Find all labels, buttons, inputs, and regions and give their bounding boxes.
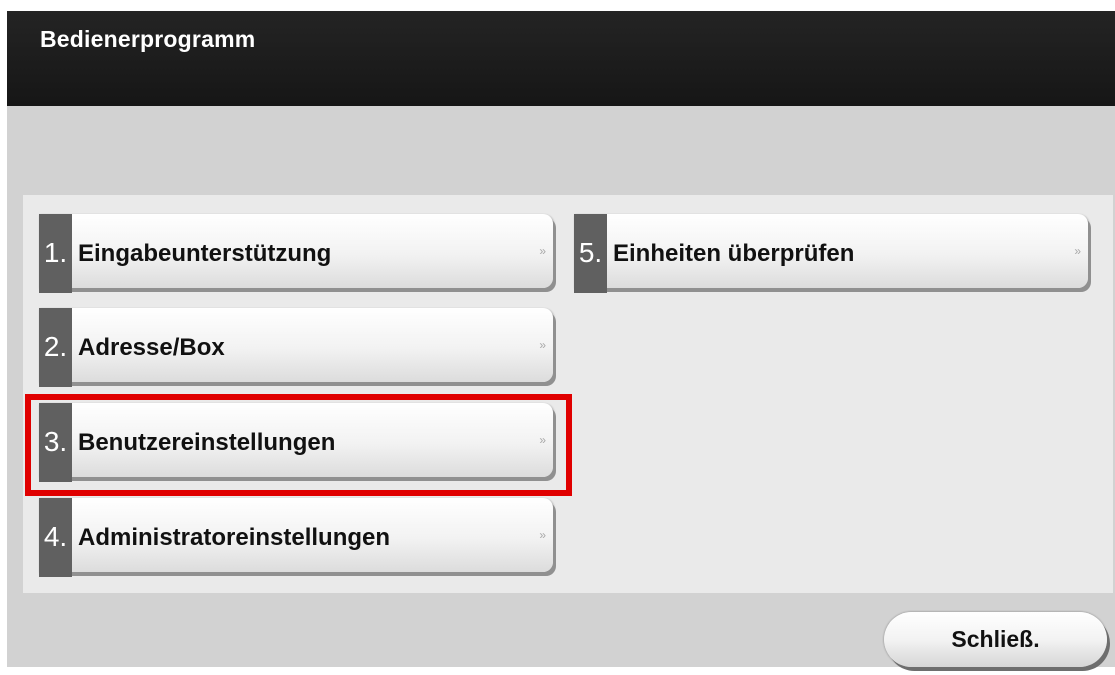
page-title: Bedienerprogramm [40, 26, 256, 52]
menu-item-number: 2. [39, 308, 72, 387]
selection-highlight [25, 394, 572, 496]
close-button-label: Schließ. [951, 626, 1040, 652]
double-chevron-right-icon: » [539, 244, 545, 258]
close-button[interactable]: Schließ. [884, 612, 1107, 667]
menu-item-label: Administratoreinstellungen [78, 524, 391, 551]
menu-item-label: Eingabeunterstützung [78, 240, 332, 267]
title-bar: Bedienerprogramm [7, 11, 1115, 106]
menu-item-label: Einheiten überprüfen [613, 240, 855, 267]
menu-item-number: 1. [39, 214, 72, 293]
menu-item-input-support[interactable]: 1. Eingabeunterstützung » [39, 214, 553, 293]
double-chevron-right-icon: » [539, 338, 545, 352]
menu-item-number: 5. [574, 214, 607, 293]
menu-item-number: 4. [39, 498, 72, 577]
double-chevron-right-icon: » [539, 528, 545, 542]
menu-item-check-units[interactable]: 5. Einheiten überprüfen » [574, 214, 1088, 293]
menu-item-address-box[interactable]: 2. Adresse/Box » [39, 308, 553, 387]
double-chevron-right-icon: » [1074, 244, 1080, 258]
operator-program-screen: Bedienerprogramm 1. Eingabeunterstützung… [7, 11, 1115, 667]
menu-item-label: Adresse/Box [78, 334, 225, 361]
menu-item-admin-settings[interactable]: 4. Administratoreinstellungen » [39, 498, 553, 577]
